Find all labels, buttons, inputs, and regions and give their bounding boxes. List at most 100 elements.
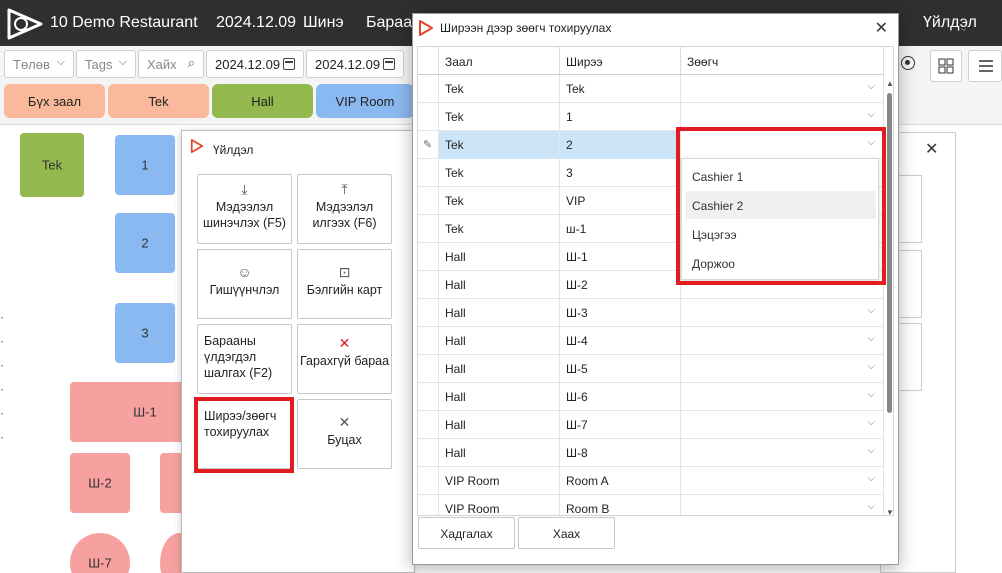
chevron-down-icon[interactable]: ⌵: [867, 305, 875, 316]
hall-cell[interactable]: Hall: [439, 439, 560, 467]
unavailable-goods-button[interactable]: ✕ Гарахгүй бараа: [297, 324, 392, 394]
chevron-down-icon[interactable]: ⌵: [867, 109, 875, 120]
waiter-cell[interactable]: ⌵: [681, 299, 884, 327]
hall-cell[interactable]: Tek: [439, 159, 560, 187]
waiter-cell[interactable]: ⌵: [681, 327, 884, 355]
grid-view-button[interactable]: [930, 50, 962, 82]
table-row[interactable]: Hall Ш-6 ⌵: [418, 383, 884, 411]
goods-menu[interactable]: Бараа: [366, 14, 412, 32]
table-cell[interactable]: Ш-5: [560, 355, 681, 383]
chevron-down-icon[interactable]: ⌵: [867, 389, 875, 400]
chevron-down-icon[interactable]: ⌵: [867, 361, 875, 372]
hall-cell[interactable]: Tek: [439, 131, 560, 159]
hall-cell[interactable]: VIP Room: [439, 467, 560, 495]
table-cell[interactable]: Ш-2: [560, 271, 681, 299]
send-data-button[interactable]: ⤒ Мэдээлэл илгээх (F6): [297, 174, 392, 244]
table-row[interactable]: Hall Ш-5 ⌵: [418, 355, 884, 383]
back-button[interactable]: ✕ Буцах: [297, 399, 392, 469]
stock-check-button[interactable]: Барааны үлдэгдэл шалгах (F2): [197, 324, 292, 394]
background-dialog-button[interactable]: [898, 175, 922, 243]
waiter-cell[interactable]: ⌵: [681, 495, 884, 515]
table-row[interactable]: Hall Ш-3 ⌵: [418, 299, 884, 327]
table-cell[interactable]: 3: [560, 159, 681, 187]
chevron-down-icon[interactable]: ⌵: [867, 81, 875, 92]
floor-table[interactable]: Ш-7: [70, 533, 130, 573]
table-cell[interactable]: Ш-1: [560, 243, 681, 271]
table-cell[interactable]: Tek: [560, 75, 681, 103]
chevron-down-icon[interactable]: ⌵: [867, 501, 875, 512]
hall-cell[interactable]: VIP Room: [439, 495, 560, 515]
membership-button[interactable]: ☺ Гишүүнчлэл: [197, 249, 292, 319]
table-cell[interactable]: Ш-7: [560, 411, 681, 439]
chevron-down-icon[interactable]: ⌵: [867, 333, 875, 344]
close-icon[interactable]: ✕: [925, 139, 938, 159]
column-header-waiter[interactable]: Зөөгч: [681, 47, 884, 75]
hall-cell[interactable]: Tek: [439, 187, 560, 215]
table-cell[interactable]: Ш-4: [560, 327, 681, 355]
table-cell[interactable]: Ш-8: [560, 439, 681, 467]
background-dialog-button[interactable]: [898, 250, 922, 318]
scroll-thumb[interactable]: [887, 93, 892, 413]
table-cell[interactable]: ш-1: [560, 215, 681, 243]
hall-cell[interactable]: Hall: [439, 383, 560, 411]
hall-tab-tek[interactable]: Tek: [108, 84, 209, 118]
table-row[interactable]: Hall Ш-4 ⌵: [418, 327, 884, 355]
hall-cell[interactable]: Hall: [439, 271, 560, 299]
floor-table[interactable]: 2: [115, 213, 175, 273]
waiter-cell[interactable]: ⌵: [681, 355, 884, 383]
date-from-input[interactable]: 2024.12.09: [206, 50, 304, 78]
search-input[interactable]: Хайх ⌕: [138, 50, 204, 78]
close-button[interactable]: Хаах: [518, 517, 615, 549]
waiter-cell[interactable]: ⌵: [681, 75, 884, 103]
gift-card-button[interactable]: ⊡ Бэлгийн карт: [297, 249, 392, 319]
chevron-down-icon[interactable]: ⌵: [867, 445, 875, 456]
hall-cell[interactable]: Hall: [439, 411, 560, 439]
hall-cell[interactable]: Hall: [439, 327, 560, 355]
hall-cell[interactable]: Hall: [439, 355, 560, 383]
table-row[interactable]: VIP Room Room A ⌵: [418, 467, 884, 495]
table-cell[interactable]: Ш-3: [560, 299, 681, 327]
hall-tab-all[interactable]: Бүх заал: [4, 84, 105, 118]
hall-cell[interactable]: Hall: [439, 299, 560, 327]
record-icon[interactable]: [901, 56, 915, 70]
table-cell[interactable]: 2: [560, 131, 681, 159]
waiter-cell[interactable]: ⌵: [681, 383, 884, 411]
chevron-down-icon[interactable]: ⌵: [867, 473, 875, 484]
waiter-cell[interactable]: ⌵: [681, 411, 884, 439]
vertical-scrollbar[interactable]: ▲ ▼: [886, 77, 893, 515]
status-select[interactable]: Төлөв ⌵: [4, 50, 74, 78]
chevron-down-icon[interactable]: ⌵: [867, 417, 875, 428]
background-dialog-button[interactable]: [898, 323, 922, 391]
close-icon[interactable]: ✕: [875, 18, 888, 38]
table-cell[interactable]: Room A: [560, 467, 681, 495]
tags-select[interactable]: Tags ⌵: [76, 50, 136, 78]
save-button[interactable]: Хадгалах: [418, 517, 515, 549]
table-cell[interactable]: Room B: [560, 495, 681, 515]
floor-table[interactable]: 3: [115, 303, 175, 363]
hall-cell[interactable]: Tek: [439, 103, 560, 131]
floor-table[interactable]: Ш-2: [70, 453, 130, 513]
refresh-data-button[interactable]: ⤓ Мэдээлэл шинэчлэх (F5): [197, 174, 292, 244]
waiter-cell[interactable]: ⌵: [681, 439, 884, 467]
floor-table[interactable]: 1: [115, 135, 175, 195]
table-row[interactable]: Hall Ш-8 ⌵: [418, 439, 884, 467]
hall-cell[interactable]: Hall: [439, 243, 560, 271]
date-to-input[interactable]: 2024.12.09: [306, 50, 404, 78]
table-cell[interactable]: VIP: [560, 187, 681, 215]
new-menu[interactable]: Шинэ: [303, 14, 344, 32]
column-header-table[interactable]: Ширээ: [560, 47, 681, 75]
hall-cell[interactable]: Tek: [439, 75, 560, 103]
hall-cell[interactable]: Tek: [439, 215, 560, 243]
table-row[interactable]: Tek Tek ⌵: [418, 75, 884, 103]
hall-tab-hall[interactable]: Hall: [212, 84, 313, 118]
table-cell[interactable]: Ш-6: [560, 383, 681, 411]
table-row[interactable]: Hall Ш-7 ⌵: [418, 411, 884, 439]
actions-menu[interactable]: Үйлдэл ⌄: [923, 14, 977, 34]
floor-table[interactable]: Tek: [20, 133, 84, 197]
table-cell[interactable]: 1: [560, 103, 681, 131]
scroll-up-icon[interactable]: ▲: [886, 79, 893, 88]
hall-tab-vip-room[interactable]: VIP Room: [316, 84, 414, 118]
menu-button[interactable]: [968, 50, 1002, 82]
waiter-cell[interactable]: ⌵: [681, 467, 884, 495]
column-header-hall[interactable]: Заал: [439, 47, 560, 75]
